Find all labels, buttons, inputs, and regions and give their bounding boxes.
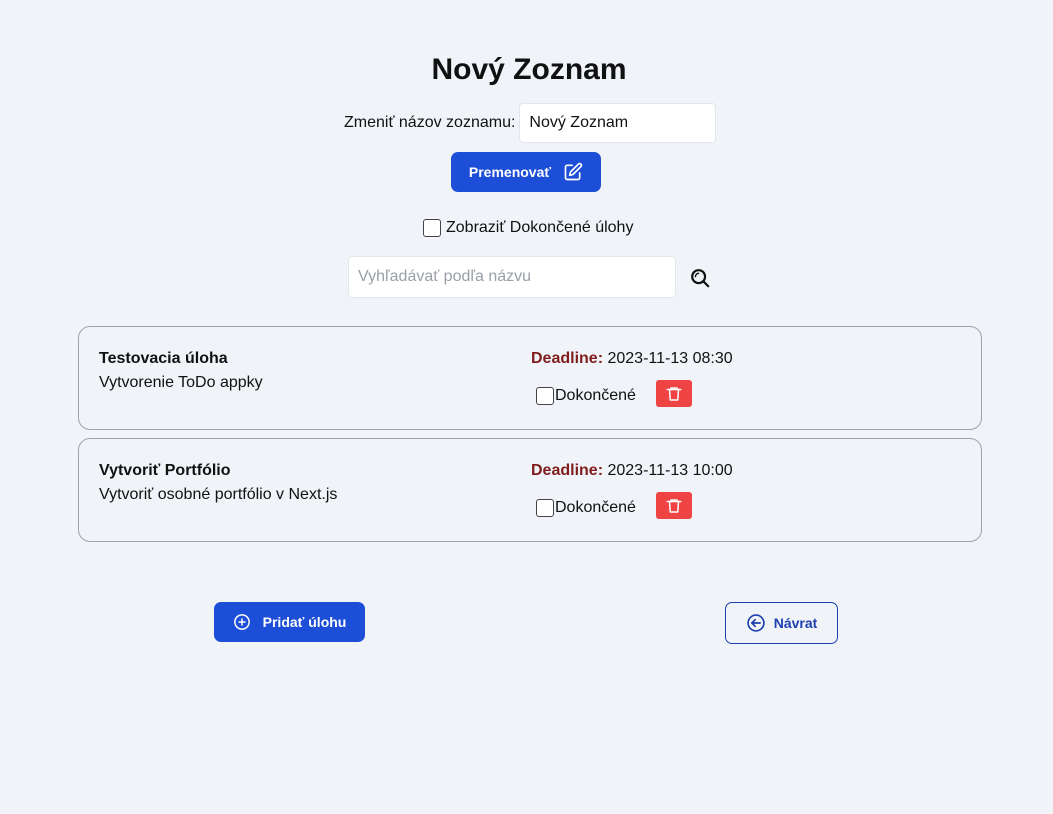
- task-card: Vytvoriť Portfólio Vytvoriť osobné portf…: [78, 438, 982, 542]
- page: Nový Zoznam Zmeniť názov zoznamu: Premen…: [0, 0, 1053, 814]
- task-done-label: Dokončené: [555, 387, 636, 404]
- task-deadline: Deadline: 2023-11-13 08:30: [531, 350, 733, 368]
- back-button[interactable]: Návrat: [725, 602, 838, 644]
- show-done-label: Zobraziť Dokončené úlohy: [446, 219, 634, 236]
- plus-circle-icon: [233, 613, 251, 631]
- rename-button-label: Premenovať: [468, 164, 552, 180]
- task-name: Vytvoriť Portfólio: [99, 462, 231, 479]
- add-task-label: Pridať úlohu: [262, 614, 347, 630]
- deadline-value: 2023-11-13 08:30: [607, 350, 733, 367]
- arrow-left-circle-icon: [746, 613, 766, 633]
- task-done-checkbox[interactable]: [536, 387, 554, 405]
- search-button[interactable]: [688, 266, 712, 290]
- task-done-toggle[interactable]: Dokončené: [536, 499, 636, 517]
- rename-input[interactable]: [519, 103, 717, 143]
- show-done-toggle[interactable]: Zobraziť Dokončené úlohy: [423, 216, 633, 240]
- deadline-value: 2023-11-13 10:00: [607, 462, 733, 479]
- task-done-label: Dokončené: [555, 499, 636, 516]
- delete-task-button[interactable]: [656, 492, 692, 519]
- rename-label: Zmeniť názov zoznamu:: [344, 114, 516, 131]
- show-done-checkbox[interactable]: [423, 219, 441, 237]
- task-description: Vytvoriť osobné portfólio v Next.js: [99, 486, 338, 503]
- search-input[interactable]: [348, 256, 676, 298]
- task-done-checkbox[interactable]: [536, 499, 554, 517]
- task-name: Testovacia úloha: [99, 350, 228, 367]
- task-description: Vytvorenie ToDo appky: [99, 374, 263, 391]
- deadline-label: Deadline:: [531, 462, 604, 479]
- task-card: Testovacia úloha Vytvorenie ToDo appky D…: [78, 326, 982, 430]
- task-done-toggle[interactable]: Dokončené: [536, 387, 636, 405]
- add-task-button[interactable]: Pridať úlohu: [214, 602, 365, 642]
- back-label: Návrat: [773, 615, 818, 631]
- page-title: Nový Zoznam: [431, 53, 627, 86]
- rename-button[interactable]: Premenovať: [451, 152, 601, 192]
- delete-task-button[interactable]: [656, 380, 692, 407]
- deadline-label: Deadline:: [531, 350, 604, 367]
- rename-row: Zmeniť názov zoznamu:: [344, 102, 717, 144]
- trash-icon: [665, 385, 683, 403]
- search-icon: [689, 267, 711, 289]
- task-deadline: Deadline: 2023-11-13 10:00: [531, 462, 733, 480]
- trash-icon: [665, 497, 683, 515]
- edit-icon: [563, 162, 583, 182]
